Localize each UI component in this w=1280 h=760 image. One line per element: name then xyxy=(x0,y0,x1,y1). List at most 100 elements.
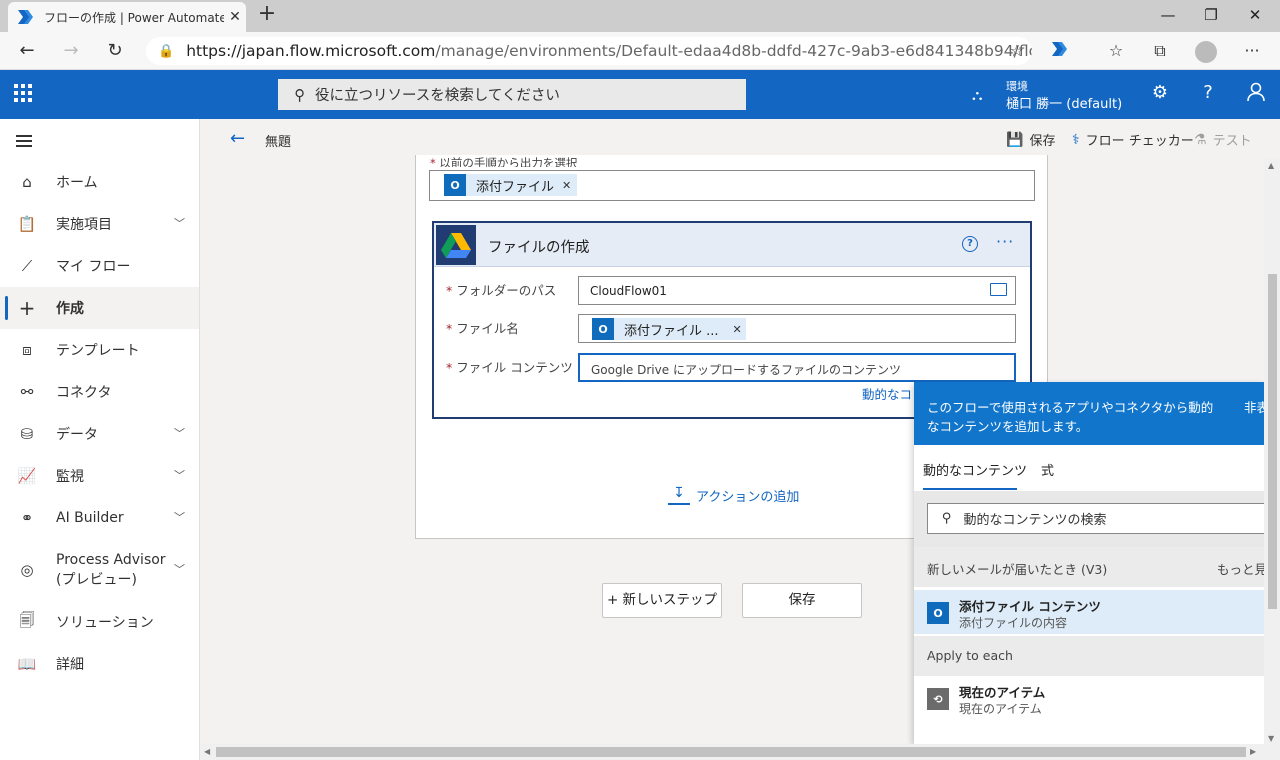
sidebar-item-my-flows[interactable]: ⟋ マイ フロー xyxy=(0,245,199,287)
collections-icon[interactable]: ⧉ xyxy=(1148,41,1172,63)
group-new-email: 新しいメールが届いたとき (V3) もっと見 xyxy=(914,547,1264,587)
help-icon[interactable]: ? xyxy=(1196,82,1220,103)
file-content-label-text: ファイル コンテンツ xyxy=(456,360,573,375)
new-tab-icon[interactable]: + xyxy=(256,3,278,26)
token-label: 添付ファイル xyxy=(476,179,555,195)
app-launcher-icon[interactable] xyxy=(14,84,34,104)
sidebar: ⌂ ホーム 📋 実施項目 ﹀ ⟋ マイ フロー + 作成 ⧈ テンプレート ⚯ コネクタ ⛁ デ… xyxy=(0,119,200,760)
save-icon: 💾 xyxy=(1006,131,1024,148)
back-icon[interactable]: ← xyxy=(16,40,38,62)
environment-name[interactable]: 樋口 勝一 (default) xyxy=(1006,93,1122,112)
add-favorite-icon[interactable]: ☆ xyxy=(1010,41,1024,60)
flow-checker-button[interactable]: ⚕ フロー チェッカー xyxy=(1072,130,1194,150)
window-close-icon[interactable]: ✕ xyxy=(1243,6,1267,24)
save-command-label: 保存 xyxy=(1029,134,1056,149)
more-icon[interactable]: ··· xyxy=(1240,41,1264,63)
browser-tab[interactable]: フローの作成 | Power Automate ✕ xyxy=(8,2,246,32)
file-name-input[interactable]: O 添付ファイル ... ✕ xyxy=(578,314,1016,343)
sidebar-item-ai-builder[interactable]: ⚭ AI Builder ﹀ xyxy=(0,497,199,539)
environment-icon[interactable]: ⛬ xyxy=(972,86,983,104)
forward-icon[interactable]: → xyxy=(60,40,82,62)
card-header[interactable]: ファイルの作成 ? ··· xyxy=(434,223,1030,267)
dynamic-item-attachment-content[interactable]: O 添付ファイル コンテンツ 添付ファイルの内容 xyxy=(914,590,1264,634)
folder-icon[interactable] xyxy=(990,283,1007,296)
power-automate-extension-icon[interactable] xyxy=(1048,41,1072,63)
horizontal-scroll-thumb[interactable] xyxy=(216,747,1246,757)
horizontal-scrollbar[interactable]: ◀ ▶ xyxy=(200,744,1280,760)
app-header: ⚲ 役に立つリソースを検索してください ⛬ 環境 樋口 勝一 (default)… xyxy=(0,70,1280,119)
scroll-left-icon[interactable]: ◀ xyxy=(204,747,210,756)
vertical-scrollbar[interactable]: ▲ ▼ xyxy=(1264,159,1280,746)
url-input[interactable]: 🔒 https://japan.flow.microsoft.com/manag… xyxy=(146,37,1032,65)
add-action-icon: ↧ xyxy=(668,485,690,505)
token-remove-icon[interactable]: ✕ xyxy=(562,179,571,192)
scroll-down-icon[interactable]: ▼ xyxy=(1268,734,1274,743)
back-arrow-icon[interactable]: ← xyxy=(230,128,245,149)
add-action-button[interactable]: ↧ アクションの追加 xyxy=(668,485,799,505)
favorites-icon[interactable]: ☆ xyxy=(1104,41,1128,63)
sidebar-item-monitor[interactable]: 📈 監視 ﹀ xyxy=(0,455,199,497)
sidebar-item-templates[interactable]: ⧈ テンプレート xyxy=(0,329,199,371)
tab-title: フローの作成 | Power Automate xyxy=(44,10,224,25)
tab-expression[interactable]: 式 xyxy=(1041,460,1054,479)
solutions-icon: 🗐 xyxy=(19,610,35,629)
attachment-name-token[interactable]: O 添付ファイル ... ✕ xyxy=(592,318,746,340)
dynamic-item-name: 添付ファイル コンテンツ xyxy=(959,599,1101,614)
sidebar-item-action-items[interactable]: 📋 実施項目 ﹀ xyxy=(0,203,199,245)
save-command-button[interactable]: 💾 保存 xyxy=(1006,130,1056,150)
vertical-scroll-thumb[interactable] xyxy=(1268,274,1277,609)
resource-search-input[interactable]: ⚲ 役に立つリソースを検索してください xyxy=(278,79,746,110)
folder-path-input[interactable]: CloudFlow01 xyxy=(578,276,1016,305)
sidebar-item-data[interactable]: ⛁ データ ﹀ xyxy=(0,413,199,455)
more-options-icon[interactable]: ··· xyxy=(996,232,1014,251)
file-content-placeholder: Google Drive にアップロードするファイルのコンテンツ xyxy=(591,363,901,377)
account-icon[interactable] xyxy=(1244,82,1268,107)
settings-gear-icon[interactable]: ⚙ xyxy=(1148,82,1172,103)
dynamic-item-desc: 現在のアイテム xyxy=(959,702,1042,716)
test-label: テスト xyxy=(1212,134,1252,149)
dynamic-content-header: このフローで使用されるアプリやコネクタから動的 なコンテンツを追加します。 非表 xyxy=(914,382,1264,445)
flow-title[interactable]: 無題 xyxy=(265,131,291,150)
save-button[interactable]: 保存 xyxy=(742,583,862,618)
url-domain: https://japan.flow.microsoft.com xyxy=(186,42,436,60)
help-circle-icon[interactable]: ? xyxy=(962,236,978,252)
hamburger-menu-icon[interactable] xyxy=(16,135,32,147)
add-dynamic-content-link[interactable]: 動的なコ xyxy=(862,384,912,403)
new-step-button[interactable]: + 新しいステップ xyxy=(602,583,722,618)
sidebar-item-learn[interactable]: 📖 詳細 xyxy=(0,643,199,685)
sidebar-item-create[interactable]: + 作成 xyxy=(0,287,199,329)
chevron-down-icon: ﹀ xyxy=(174,217,185,230)
search-icon: ⚲ xyxy=(294,85,305,104)
book-icon: 📖 xyxy=(17,655,37,673)
template-icon: ⧈ xyxy=(22,341,32,359)
token-remove-icon[interactable]: ✕ xyxy=(733,323,742,336)
restore-icon[interactable]: ❐ xyxy=(1199,6,1223,24)
previous-output-label-text: 以前の手順から出力を選択 xyxy=(439,156,578,167)
dynamic-item-name: 現在のアイテム xyxy=(959,685,1046,700)
sidebar-item-process-advisor[interactable]: ◎ Process Advisor (プレビュー) ﹀ xyxy=(0,545,199,595)
attachment-token[interactable]: O 添付ファイル ✕ xyxy=(444,174,578,196)
see-more-link[interactable]: もっと見 xyxy=(1217,559,1264,578)
test-button[interactable]: ⚗ テスト xyxy=(1194,130,1252,150)
dynamic-content-tabs: 動的なコンテンツ 式 xyxy=(914,445,1264,491)
dynamic-item-current-item[interactable]: ⟲ 現在のアイテム 現在のアイテム xyxy=(914,676,1264,720)
connector-icon: ⚯ xyxy=(20,383,34,401)
dynamic-content-panel: このフローで使用されるアプリやコネクタから動的 なコンテンツを追加します。 非表… xyxy=(914,382,1264,744)
search-icon: ⚲ xyxy=(942,511,952,526)
scroll-up-icon[interactable]: ▲ xyxy=(1268,161,1274,170)
hide-panel-link[interactable]: 非表 xyxy=(1244,398,1264,417)
dynamic-content-search-input[interactable]: ⚲ 動的なコンテンツの検索 xyxy=(927,503,1264,534)
profile-avatar[interactable] xyxy=(1194,41,1218,63)
minimize-icon[interactable]: — xyxy=(1156,6,1180,24)
sidebar-item-connectors[interactable]: ⚯ コネクタ xyxy=(0,371,199,413)
sidebar-item-solutions[interactable]: 🗐 ソリューション xyxy=(0,601,199,643)
previous-output-input[interactable]: O 添付ファイル ✕ xyxy=(429,170,1035,201)
sidebar-item-home[interactable]: ⌂ ホーム xyxy=(0,161,199,203)
close-tab-icon[interactable]: ✕ xyxy=(224,9,246,25)
scroll-right-icon[interactable]: ▶ xyxy=(1250,747,1256,756)
url-path: /manage/environments/Default-edaa4d8b-dd… xyxy=(435,42,1032,60)
file-content-label: * ファイル コンテンツ xyxy=(446,360,573,375)
refresh-icon[interactable]: ↻ xyxy=(104,40,126,62)
tab-dynamic-content[interactable]: 動的なコンテンツ xyxy=(923,460,1027,479)
file-content-input[interactable]: Google Drive にアップロードするファイルのコンテンツ xyxy=(578,353,1016,382)
